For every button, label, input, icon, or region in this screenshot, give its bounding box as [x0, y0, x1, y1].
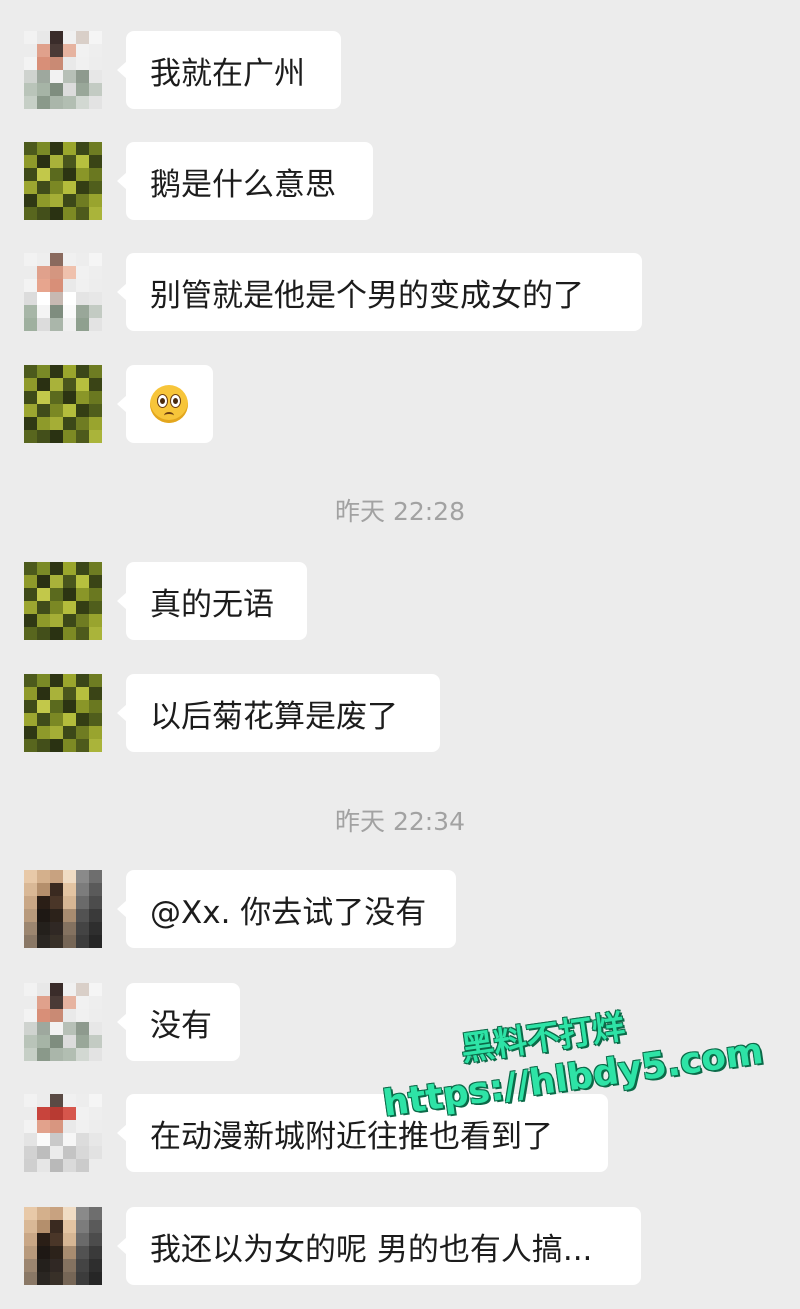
message-text: 在动漫新城附近往推也看到了 [150, 1118, 553, 1155]
flushed-face-emoji [150, 385, 188, 423]
message-bubble[interactable]: 在动漫新城附近往推也看到了 [117, 1094, 608, 1172]
timestamp: 昨天 22:34 [335, 807, 465, 836]
message-text: @Xx. 你去试了没有 [150, 894, 427, 931]
avatar[interactable] [24, 870, 102, 948]
message-bubble[interactable]: 我还以为女的呢 男的也有人搞... [117, 1207, 641, 1285]
avatar[interactable] [24, 365, 102, 443]
message-bubble[interactable]: 鹅是什么意思 [117, 142, 373, 220]
watermark-title: 黑料不打烊 [458, 1006, 628, 1069]
avatar[interactable] [24, 674, 102, 752]
avatar[interactable] [24, 142, 102, 220]
message-text: 真的无语 [150, 586, 274, 623]
timestamp: 昨天 22:28 [335, 497, 465, 526]
message-bubble[interactable]: 没有 [117, 983, 240, 1061]
avatar[interactable] [24, 1207, 102, 1285]
avatar[interactable] [24, 562, 102, 640]
avatar[interactable] [24, 31, 102, 109]
avatar[interactable] [24, 983, 102, 1061]
message-bubble[interactable]: 真的无语 [117, 562, 307, 640]
message-text: 我还以为女的呢 男的也有人搞... [150, 1231, 593, 1268]
message-bubble[interactable]: 我就在广州 [117, 31, 341, 109]
message-text: 鹅是什么意思 [150, 166, 336, 203]
avatar[interactable] [24, 253, 102, 331]
message-text: 我就在广州 [150, 55, 305, 92]
message-text: 以后菊花算是废了 [150, 698, 398, 735]
message-text: 别管就是他是个男的变成女的了 [150, 277, 584, 314]
message-text: 没有 [150, 1007, 212, 1044]
message-bubble[interactable]: 以后菊花算是废了 [117, 674, 440, 752]
avatar[interactable] [24, 1094, 102, 1172]
message-bubble[interactable] [117, 365, 213, 443]
message-bubble[interactable]: 别管就是他是个男的变成女的了 [117, 253, 642, 331]
message-bubble[interactable]: @Xx. 你去试了没有 [117, 870, 456, 948]
